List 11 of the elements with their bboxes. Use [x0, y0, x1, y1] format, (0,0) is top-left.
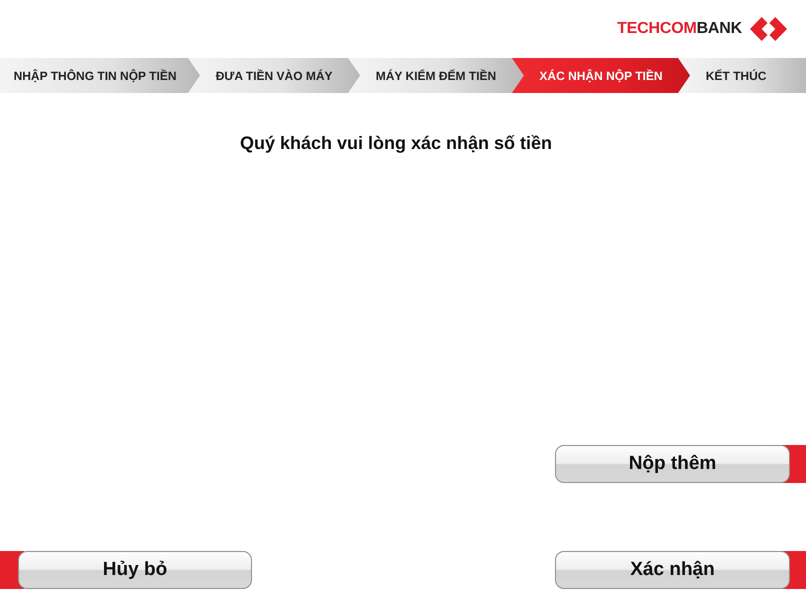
prompt-text: Quý khách vui lòng xác nhận số tiền [238, 133, 554, 154]
action-button[interactable]: Nộp thêm [555, 445, 806, 483]
logo-icon [750, 15, 787, 43]
progress-step: NHẬP THÔNG TIN NỘP TIỀN [0, 58, 200, 93]
action-button[interactable]: Hủy bỏ [0, 551, 252, 589]
action-button[interactable]: Xác nhận [555, 551, 806, 589]
logo-wordmark: TECHCOMBANK [617, 20, 742, 38]
progress-step: MÁY KIỂM ĐẾM TIỀN [348, 58, 524, 93]
progress-step: ĐƯA TIỀN VÀO MÁY [188, 58, 360, 93]
progress-step: XÁC NHẬN NỘP TIỀN [512, 58, 690, 93]
progress-step: KẾT THÚC [678, 58, 806, 93]
